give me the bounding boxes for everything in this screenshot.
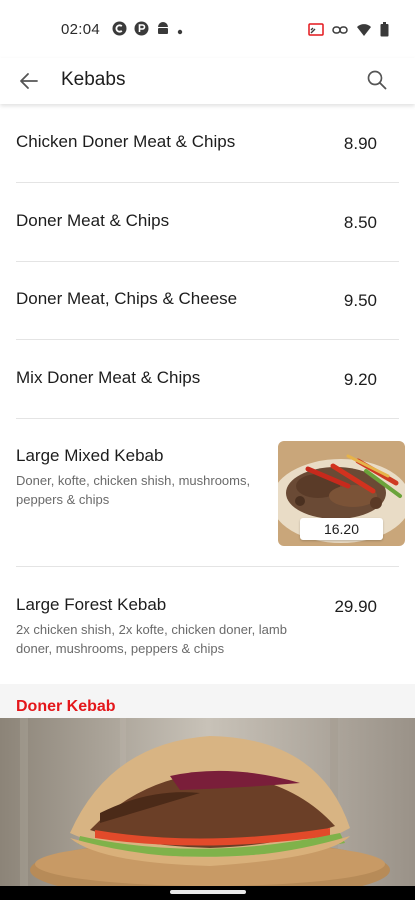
cast-icon [308,22,324,42]
app-bar: Kebabs [0,58,415,104]
battery-icon [380,22,389,42]
circle-c-icon [112,21,127,41]
android-icon [156,21,170,41]
item-description-line-2: doner, mushrooms, peppers & chips [16,641,225,656]
item-name: Large Forest Kebab [16,595,167,614]
menu-item[interactable]: Mix Doner Meat & Chips 9.20 [16,340,399,419]
status-time: 02:04 [61,21,101,38]
section-hero-image [0,718,415,886]
item-description-line-2: peppers & chips [16,492,110,507]
item-thumbnail[interactable]: 16.20 [278,441,405,546]
item-name: Doner Meat, Chips & Cheese [16,289,238,308]
item-price: 29.90 [334,597,377,616]
section-header: Doner Kebab [0,684,415,718]
menu-item[interactable]: Large Forest Kebab 29.90 2x chicken shis… [16,567,399,684]
item-name: Mix Doner Meat & Chips [16,368,201,387]
item-description-line-1: Doner, kofte, chicken shish, mushrooms, [16,473,251,488]
status-notification-icons [112,21,183,41]
status-system-icons [308,22,389,42]
system-navigation-bar [0,886,415,900]
dot-icon [177,22,183,40]
item-price: 9.20 [343,370,377,389]
back-button[interactable] [16,68,42,94]
item-price: 8.50 [343,213,377,232]
menu-item[interactable]: Doner Meat, Chips & Cheese 9.50 [16,262,399,340]
circle-p-icon [134,21,149,41]
page-title: Kebabs [61,69,126,90]
menu-item[interactable]: Large Mixed Kebab Doner, kofte, chicken … [16,419,405,567]
item-name: Chicken Doner Meat & Chips [16,132,236,151]
item-price: 8.90 [343,134,377,153]
menu-item[interactable]: Chicken Doner Meat & Chips 8.90 [16,104,399,183]
link-icon [332,23,348,41]
menu-item[interactable]: Doner Meat & Chips 8.50 [16,183,399,262]
arrow-left-icon [16,73,42,98]
status-bar: 02:04 [0,0,415,58]
item-name: Doner Meat & Chips [16,211,170,230]
wifi-icon [356,23,372,42]
item-price: 9.50 [343,291,377,310]
home-gesture-handle[interactable] [170,890,246,894]
search-button[interactable] [365,68,389,92]
section-title: Doner Kebab [16,698,116,715]
item-name: Large Mixed Kebab [16,446,164,465]
search-icon [365,70,389,96]
doner-kebab-image [0,718,415,886]
item-description-line-1: 2x chicken shish, 2x kofte, chicken done… [16,622,287,637]
thumbnail-price: 16.20 [300,518,383,540]
